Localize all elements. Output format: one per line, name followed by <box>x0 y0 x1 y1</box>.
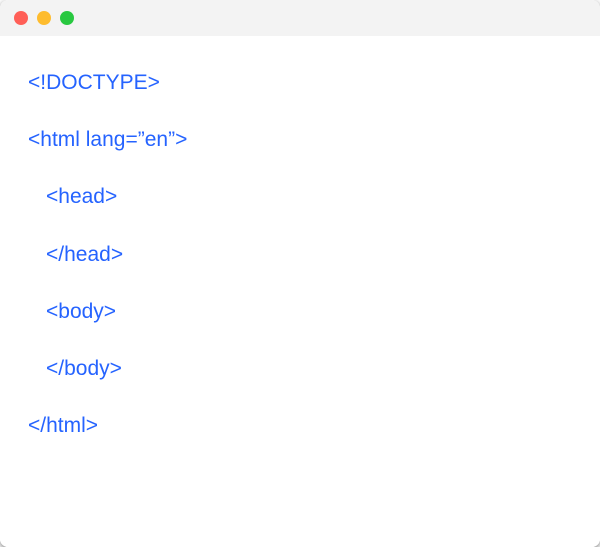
code-line: </head> <box>28 242 572 267</box>
code-area: <!DOCTYPE> <html lang=”en”> <head> </hea… <box>0 36 600 547</box>
code-line: </html> <box>28 413 572 438</box>
maximize-icon[interactable] <box>60 11 74 25</box>
minimize-icon[interactable] <box>37 11 51 25</box>
close-icon[interactable] <box>14 11 28 25</box>
code-line: <head> <box>28 184 572 209</box>
code-line: </body> <box>28 356 572 381</box>
code-line: <html lang=”en”> <box>28 127 572 152</box>
window-titlebar <box>0 0 600 36</box>
editor-window: <!DOCTYPE> <html lang=”en”> <head> </hea… <box>0 0 600 547</box>
code-line: <!DOCTYPE> <box>28 70 572 95</box>
code-line: <body> <box>28 299 572 324</box>
